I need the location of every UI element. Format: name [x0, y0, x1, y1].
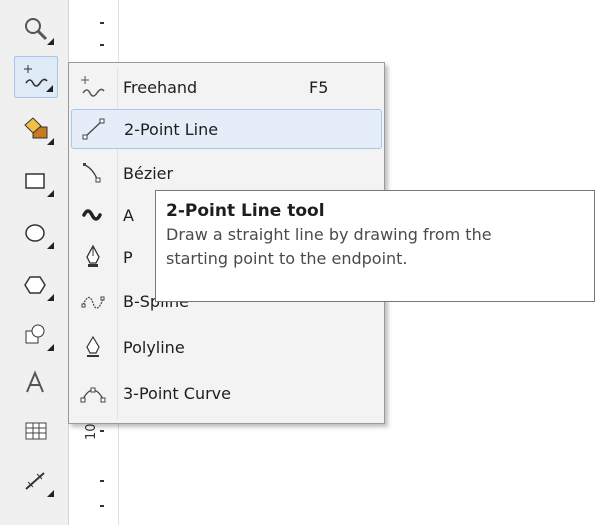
- menu-item-label: 3-Point Curve: [123, 383, 231, 403]
- bezier-icon: [71, 154, 115, 192]
- artistic-media-icon: [71, 196, 115, 234]
- menu-item-polyline[interactable]: Polyline: [71, 327, 382, 367]
- menu-item-bezier[interactable]: Bézier: [71, 153, 382, 193]
- dimension-tools-button[interactable]: [14, 460, 58, 502]
- ellipse-icon: [23, 220, 49, 246]
- flyout-indicator-icon: [47, 38, 54, 45]
- menu-item-label: Polyline: [123, 337, 185, 357]
- flyout-indicator-icon: [47, 490, 54, 497]
- polygon-tools-button[interactable]: [14, 264, 58, 306]
- flyout-indicator-icon: [47, 242, 54, 249]
- flyout-indicator-icon: [47, 190, 54, 197]
- magnifier-icon: [23, 16, 49, 42]
- fill-tools-button[interactable]: [14, 108, 58, 150]
- polygon-icon: [23, 272, 49, 298]
- tooltip-description-line-1: Draw a straight line by drawing from the: [166, 225, 492, 244]
- ruler-tick: [100, 480, 104, 482]
- menu-item-label: P: [123, 247, 133, 267]
- flyout-indicator-icon: [47, 138, 54, 145]
- freehand-icon: [71, 68, 115, 106]
- rectangle-icon: [23, 168, 49, 194]
- polyline-icon: [71, 328, 115, 366]
- tooltip-title: 2-Point Line tool: [166, 201, 325, 221]
- menu-item-freehand[interactable]: Freehand F5: [71, 67, 382, 107]
- tool-tooltip: 2-Point Line tool Draw a straight line b…: [155, 190, 595, 302]
- text-icon: [23, 370, 49, 396]
- menu-item-shortcut: F5: [309, 77, 329, 97]
- three-point-curve-icon: [71, 374, 115, 412]
- menu-item-2-point-line[interactable]: 2-Point Line: [71, 109, 382, 149]
- menu-item-3-point-curve[interactable]: 3-Point Curve: [71, 373, 382, 413]
- flyout-indicator-icon: [46, 85, 53, 92]
- dimension-icon: [23, 468, 49, 494]
- zoom-tool-button[interactable]: [14, 8, 58, 50]
- menu-item-label: Freehand: [123, 77, 198, 97]
- basic-shapes-icon: [23, 322, 49, 348]
- flyout-indicator-icon: [47, 294, 54, 301]
- curve-tools-button[interactable]: [14, 56, 58, 98]
- rectangle-tools-button[interactable]: [14, 160, 58, 202]
- pen-icon: [71, 238, 115, 276]
- ruler-tick: [100, 44, 104, 46]
- flyout-indicator-icon: [47, 344, 54, 351]
- ruler-tick: [100, 505, 104, 507]
- ellipse-tools-button[interactable]: [14, 212, 58, 254]
- menu-item-label: Bézier: [123, 163, 174, 183]
- ruler-tick: [100, 22, 104, 24]
- menu-item-label: A: [123, 205, 134, 225]
- basic-shapes-button[interactable]: [14, 314, 58, 356]
- table-icon: [23, 418, 49, 444]
- two-point-line-icon: [72, 110, 116, 148]
- b-spline-icon: [71, 282, 115, 320]
- tooltip-description-line-2: starting point to the endpoint.: [166, 249, 408, 268]
- table-tool-button[interactable]: [14, 410, 58, 452]
- menu-item-label: 2-Point Line: [124, 119, 219, 139]
- ruler-tick: [100, 430, 104, 432]
- text-tool-button[interactable]: [14, 362, 58, 404]
- toolbox: [0, 0, 69, 525]
- smart-fill-icon: [22, 115, 50, 143]
